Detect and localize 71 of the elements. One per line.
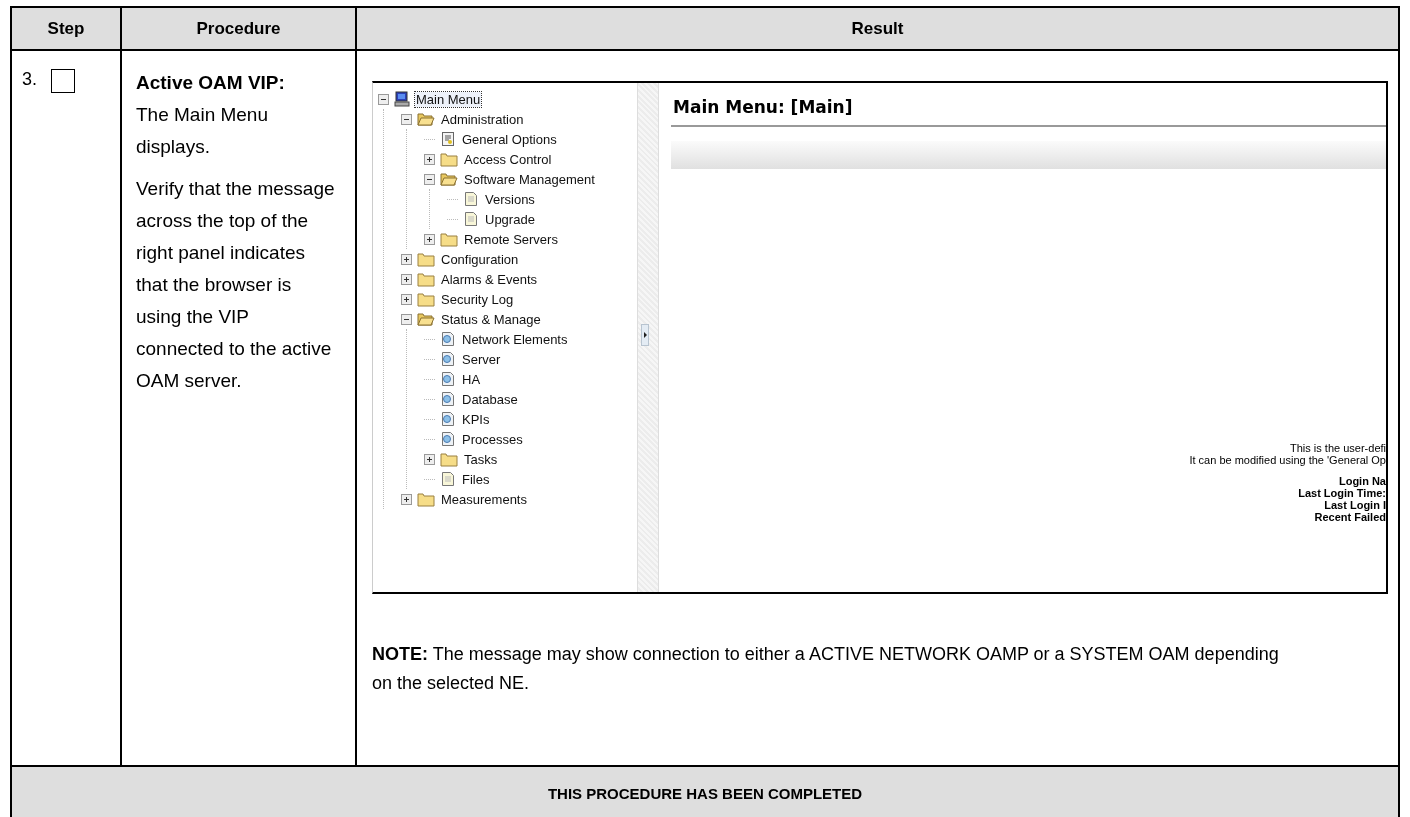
expand-toggle[interactable]: [401, 253, 412, 265]
message-line: Last Login Time:: [1298, 487, 1386, 499]
document-icon: [463, 211, 479, 227]
tree-item[interactable]: Software Management: [463, 171, 596, 187]
magnifier-document-icon: [440, 331, 456, 347]
tree-item[interactable]: KPIs: [461, 411, 491, 427]
computer-icon: [394, 91, 410, 107]
expand-toggle[interactable]: [424, 233, 435, 245]
open-folder-icon: [417, 111, 435, 127]
tree-item[interactable]: Network Elements: [461, 331, 569, 347]
collapse-handle[interactable]: [641, 324, 649, 346]
expand-toggle[interactable]: [401, 273, 412, 285]
magnifier-document-icon: [440, 351, 456, 367]
panel-title: Main Menu: [Main]: [671, 97, 1386, 127]
tree-item[interactable]: Database: [461, 391, 519, 407]
tree-item[interactable]: Alarms & Events: [440, 271, 539, 287]
document-icon: [463, 191, 479, 207]
magnifier-document-icon: [440, 391, 456, 407]
tree-item[interactable]: Upgrade: [484, 211, 536, 227]
procedure-title: Active OAM VIP:: [136, 71, 286, 95]
tree-item[interactable]: Configuration: [440, 251, 520, 267]
message-line: Login Na: [1338, 475, 1386, 487]
tree-item[interactable]: Security Log: [440, 291, 515, 307]
completion-banner: THIS PROCEDURE HAS BEEN COMPLETED: [12, 765, 1398, 817]
tree-item[interactable]: Status & Manage: [440, 311, 542, 327]
collapse-toggle[interactable]: [378, 93, 389, 105]
folder-icon: [417, 271, 435, 287]
tree-item[interactable]: Main Menu: [415, 91, 482, 107]
folder-icon: [417, 491, 435, 507]
tree-item[interactable]: Access Control: [463, 151, 553, 167]
message-line: Recent Failed: [1314, 511, 1386, 523]
open-folder-icon: [417, 311, 435, 327]
procedure-text: Verify that the message across the top of the right panel indicates that the browser is using the VIP connected to the active OAM server.: [136, 177, 336, 393]
step-number: 3.: [22, 69, 37, 90]
tree-item[interactable]: HA: [461, 371, 482, 387]
tree-item[interactable]: Versions: [484, 191, 536, 207]
column-header: Step: [12, 8, 122, 51]
checkbox[interactable]: [51, 69, 75, 93]
procedure-text: The Main Menu displays.: [136, 103, 269, 159]
note-text: NOTE: The message may show connection to either a ACTIVE NETWORK OAMP or a SYSTEM OAM depending on the selected NE.: [372, 643, 1280, 695]
expand-toggle[interactable]: [401, 493, 412, 505]
magnifier-document-icon: [440, 371, 456, 387]
tree-item[interactable]: Tasks: [463, 451, 499, 467]
tree-item[interactable]: Server: [461, 351, 502, 367]
tree-item[interactable]: Administration: [440, 111, 525, 127]
magnifier-document-icon: [440, 431, 456, 447]
open-folder-icon: [440, 171, 458, 187]
tree-item[interactable]: Remote Servers: [463, 231, 559, 247]
expand-toggle[interactable]: [401, 293, 412, 305]
folder-icon: [440, 451, 458, 467]
folder-icon: [440, 151, 458, 167]
collapse-toggle[interactable]: [401, 313, 412, 325]
tree-item[interactable]: Measurements: [440, 491, 528, 507]
tree-item[interactable]: General Options: [461, 131, 558, 147]
column-header: Procedure: [122, 8, 357, 51]
folder-icon: [417, 251, 435, 267]
folder-icon: [417, 291, 435, 307]
collapse-toggle[interactable]: [401, 113, 412, 125]
column-header: Result: [357, 8, 1398, 51]
expand-toggle[interactable]: [424, 453, 435, 465]
message-line: This is the user-defi: [1290, 442, 1386, 454]
document-icon: [440, 471, 456, 487]
tree-item[interactable]: Files: [461, 471, 491, 487]
folder-icon: [440, 231, 458, 247]
magnifier-document-icon: [440, 411, 456, 427]
notepad-icon: [440, 131, 456, 147]
message-line: It can be modified using the 'General Op: [1189, 454, 1386, 466]
expand-toggle[interactable]: [424, 153, 435, 165]
collapse-toggle[interactable]: [424, 173, 435, 185]
message-line: Last Login I: [1324, 499, 1386, 511]
tree-item[interactable]: Processes: [461, 431, 524, 447]
